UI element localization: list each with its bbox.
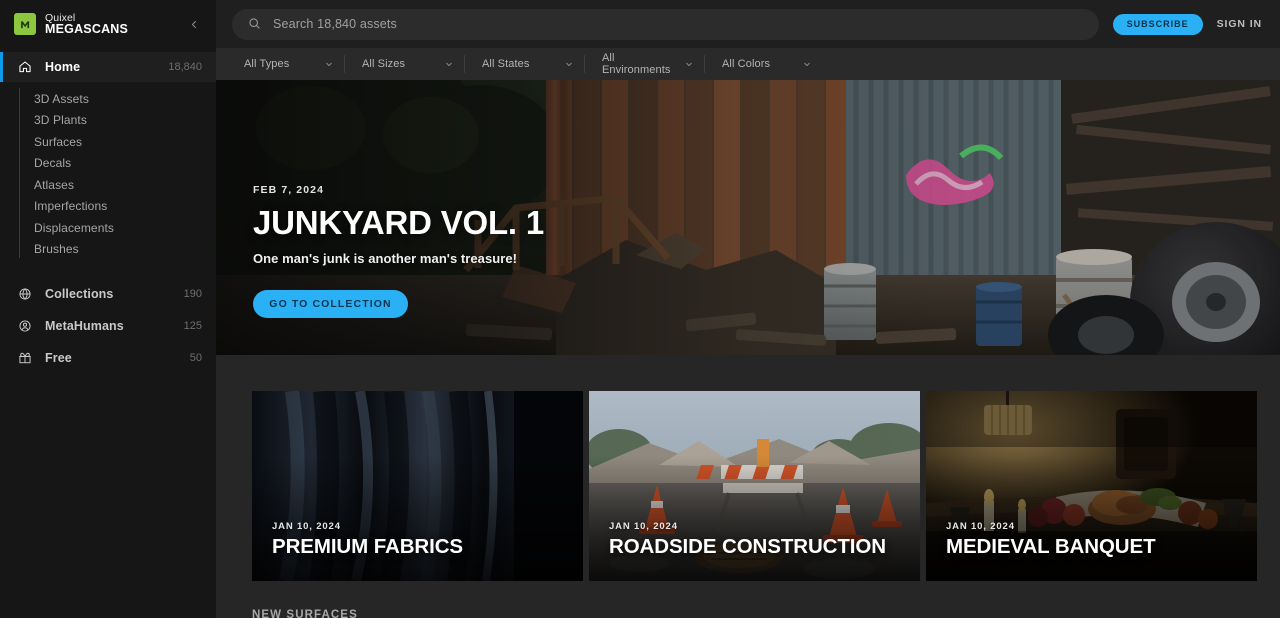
section-header-new-surfaces: NEW SURFACES [252, 609, 358, 618]
card-text: JAN 10, 2024 MEDIEVAL BANQUET [946, 521, 1156, 558]
brand-row[interactable]: Quixel MEGASCANS [0, 0, 216, 48]
card-title: PREMIUM FABRICS [272, 534, 463, 558]
filter-all-environments-label: All Environments [602, 52, 671, 76]
filter-all-sizes[interactable]: All Sizes [344, 48, 464, 80]
filter-all-sizes-label: All Sizes [362, 58, 406, 70]
subscribe-button[interactable]: SUBSCRIBE [1112, 13, 1203, 35]
nav-secondary: Collections 190 MetaHumans 125 Free 50 [0, 278, 216, 374]
sidebar-subitem-surfaces[interactable]: Surfaces [0, 131, 216, 153]
chevron-down-icon [324, 59, 334, 69]
chevron-left-icon[interactable] [184, 14, 204, 34]
sidebar-subitem-label: 3D Assets [34, 91, 89, 106]
sidebar-subitem-label: Surfaces [34, 134, 83, 149]
brand-name-bottom: MEGASCANS [45, 22, 129, 37]
hero-subtitle: One man's junk is another man's treasure… [253, 251, 517, 266]
card-date: JAN 10, 2024 [946, 520, 1015, 532]
content-scroll-area: FEB 7, 2024 JUNKYARD VOL. 1 One man's ju… [216, 80, 1280, 618]
sign-in-button[interactable]: SIGN IN [1217, 18, 1264, 30]
go-to-collection-button[interactable]: GO TO COLLECTION [253, 290, 408, 318]
sidebar-item-home-count: 18,840 [168, 61, 202, 73]
card-title: ROADSIDE CONSTRUCTION [609, 534, 886, 558]
sidebar-subitem-decals[interactable]: Decals [0, 153, 216, 175]
card-date: JAN 10, 2024 [272, 520, 341, 532]
sidebar-item-metahumans-label: MetaHumans [45, 319, 124, 333]
filter-all-types[interactable]: All Types [226, 48, 344, 80]
brand-text: Quixel MEGASCANS [45, 12, 128, 36]
gift-icon [17, 351, 32, 366]
featured-cards-row: JAN 10, 2024 PREMIUM FABRICS JAN 10, 202… [216, 355, 1280, 581]
sidebar-item-free-count: 50 [189, 352, 202, 364]
topbar: Search 18,840 assets SUBSCRIBE SIGN IN [216, 0, 1280, 48]
sidebar-item-collections[interactable]: Collections 190 [0, 278, 216, 310]
filter-all-types-label: All Types [244, 58, 290, 70]
search-placeholder: Search 18,840 assets [273, 17, 397, 31]
card-roadside-construction[interactable]: JAN 10, 2024 ROADSIDE CONSTRUCTION [589, 391, 920, 581]
filter-all-colors-label: All Colors [722, 58, 771, 70]
sidebar-item-metahumans[interactable]: MetaHumans 125 [0, 310, 216, 342]
sidebar-item-free[interactable]: Free 50 [0, 342, 216, 374]
sidebar-subitem-3d-plants[interactable]: 3D Plants [0, 110, 216, 132]
user-circle-icon [17, 319, 32, 334]
filter-all-states[interactable]: All States [464, 48, 584, 80]
chevron-down-icon [684, 59, 694, 69]
hero-title: JUNKYARD VOL. 1 [253, 204, 545, 241]
sidebar-subitem-label: Imperfections [34, 199, 108, 214]
sidebar-item-free-label: Free [45, 351, 72, 365]
sidebar-item-metahumans-count: 125 [183, 320, 202, 332]
hero-banner[interactable]: FEB 7, 2024 JUNKYARD VOL. 1 One man's ju… [216, 80, 1280, 355]
card-date: JAN 10, 2024 [609, 520, 678, 532]
hero-content: FEB 7, 2024 JUNKYARD VOL. 1 One man's ju… [253, 184, 544, 318]
filter-all-environments[interactable]: All Environments [584, 48, 704, 80]
search-icon [248, 17, 262, 31]
sidebar-subitem-label: Decals [34, 156, 72, 171]
sidebar-subitem-label: Brushes [34, 242, 79, 257]
sidebar-subitem-displacements[interactable]: Displacements [0, 217, 216, 239]
app-root: Quixel MEGASCANS Home 18,840 3D Assets 3… [0, 0, 1280, 618]
filter-all-colors[interactable]: All Colors [704, 48, 822, 80]
sidebar-subitem-label: 3D Plants [34, 113, 87, 128]
sidebar-item-collections-label: Collections [45, 287, 114, 301]
sidebar-subitem-imperfections[interactable]: Imperfections [0, 196, 216, 218]
card-premium-fabrics[interactable]: JAN 10, 2024 PREMIUM FABRICS [252, 391, 583, 581]
chevron-down-icon [802, 59, 812, 69]
main-content: Search 18,840 assets SUBSCRIBE SIGN IN A… [216, 0, 1280, 618]
chevron-down-icon [444, 59, 454, 69]
filter-bar: All Types All Sizes All States All Envir… [216, 48, 1280, 80]
sidebar: Quixel MEGASCANS Home 18,840 3D Assets 3… [0, 0, 216, 618]
sidebar-subitem-3d-assets[interactable]: 3D Assets [0, 88, 216, 110]
sidebar-item-collections-count: 190 [183, 288, 202, 300]
sidebar-item-home-label: Home [45, 60, 81, 74]
home-icon [17, 60, 32, 75]
sidebar-item-home[interactable]: Home 18,840 [0, 52, 216, 82]
sidebar-subitem-label: Displacements [34, 220, 114, 235]
filter-all-states-label: All States [482, 58, 530, 70]
megascans-logo-icon [14, 13, 36, 35]
sidebar-subitem-atlases[interactable]: Atlases [0, 174, 216, 196]
card-text: JAN 10, 2024 PREMIUM FABRICS [272, 521, 463, 558]
card-text: JAN 10, 2024 ROADSIDE CONSTRUCTION [609, 521, 886, 558]
sidebar-subnav: 3D Assets 3D Plants Surfaces Decals Atla… [0, 82, 216, 268]
sidebar-subitem-brushes[interactable]: Brushes [0, 239, 216, 261]
hero-date: FEB 7, 2024 [253, 184, 325, 196]
globe-icon [17, 287, 32, 302]
sidebar-subitem-label: Atlases [34, 177, 75, 192]
search-input[interactable]: Search 18,840 assets [232, 8, 1099, 40]
card-title: MEDIEVAL BANQUET [946, 534, 1156, 558]
chevron-down-icon [564, 59, 574, 69]
nav-primary: Home 18,840 3D Assets 3D Plants Surfaces… [0, 52, 216, 268]
card-medieval-banquet[interactable]: JAN 10, 2024 MEDIEVAL BANQUET [926, 391, 1257, 581]
